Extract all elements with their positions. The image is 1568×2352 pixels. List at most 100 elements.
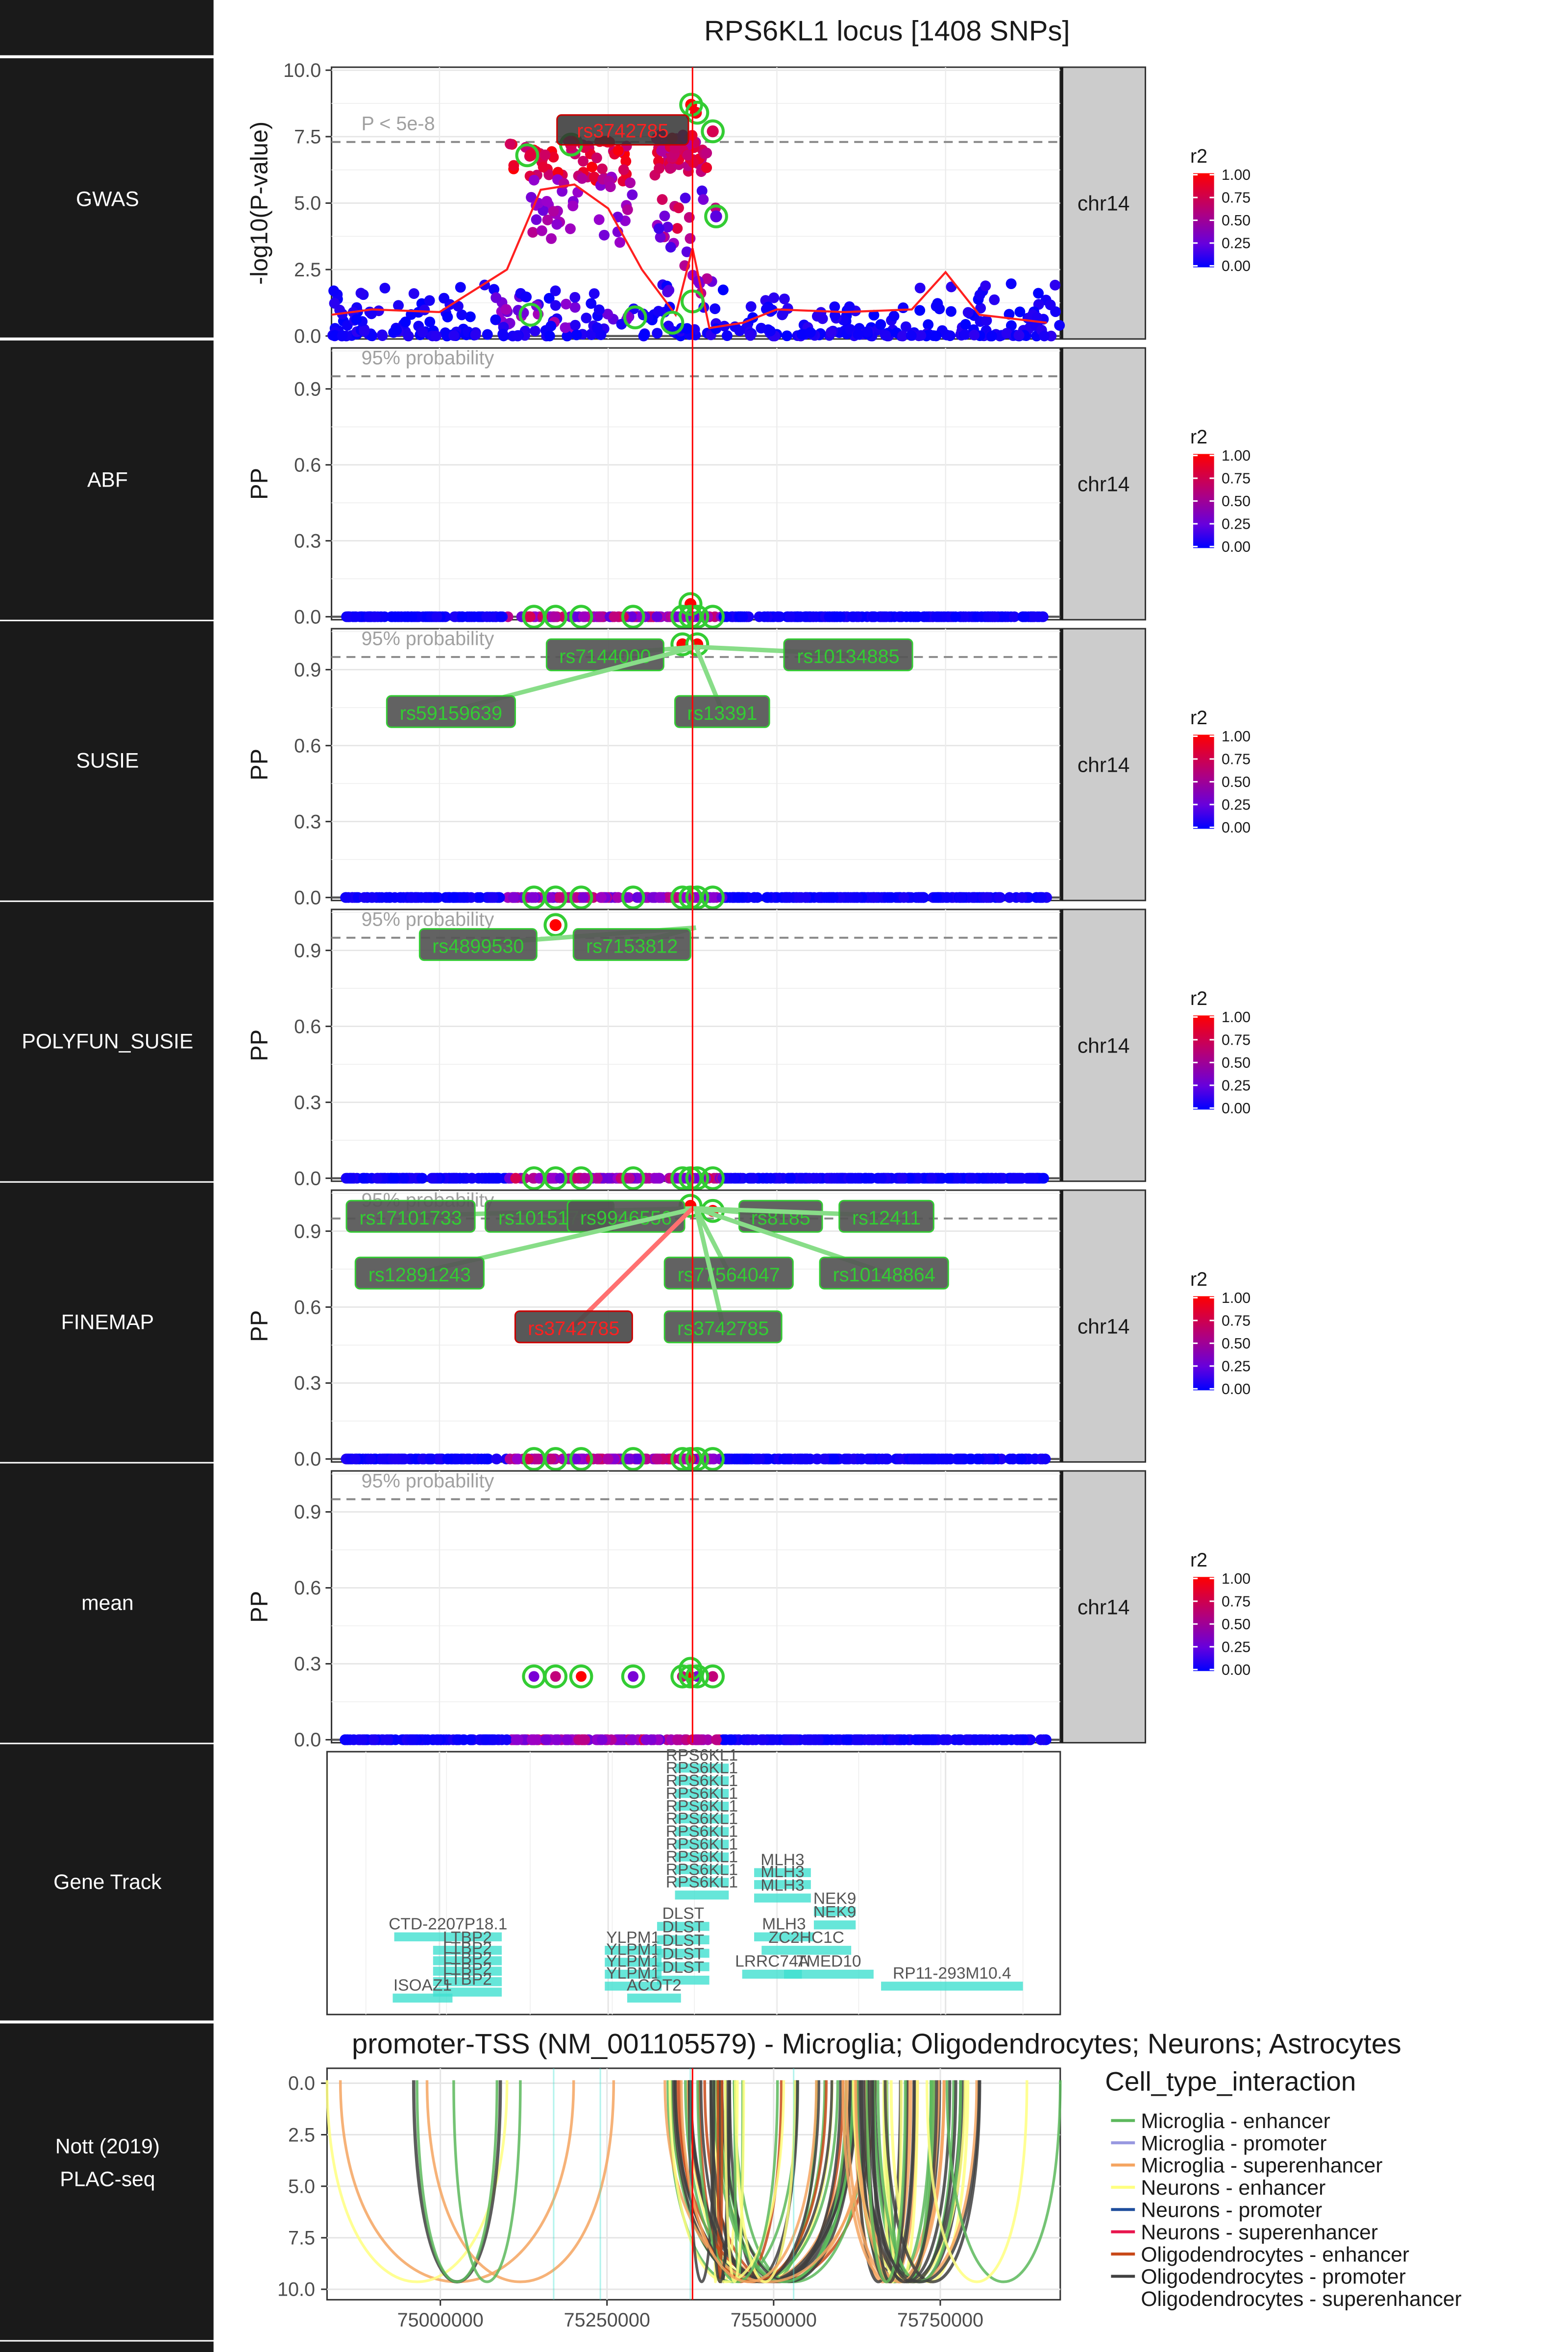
snp-point <box>618 164 629 175</box>
snp-point <box>490 1453 502 1465</box>
snp-point <box>986 330 998 342</box>
snp-point <box>591 152 602 164</box>
snp-point <box>915 330 927 341</box>
snp-point <box>328 285 340 296</box>
snp-point <box>390 611 401 622</box>
snp-point <box>784 611 796 622</box>
snp-point <box>337 330 348 342</box>
snp-point <box>329 298 340 309</box>
snp-point <box>550 285 561 296</box>
snp-point <box>588 288 600 299</box>
y-tick-label: 5.0 <box>294 193 321 214</box>
snp-point <box>581 312 592 323</box>
snp-point <box>538 161 549 172</box>
snp-point <box>359 892 370 903</box>
plac-seq-title: promoter-TSS (NM_001105579) - Microglia;… <box>352 2028 1401 2059</box>
snp-point <box>665 242 676 253</box>
y-tick-label: 0.9 <box>294 940 321 961</box>
panel-mean: 0.0 0.3 0.6 0.9 95% probability PP chr14 r2 1.00… <box>246 1470 1251 1751</box>
snp-point <box>424 295 435 306</box>
legend-tick-label: 0.25 <box>1222 516 1250 533</box>
snp-point <box>868 611 879 622</box>
snp-point <box>548 206 559 217</box>
legend-tick-label: 0.50 <box>1222 212 1250 229</box>
plac-legend-label: Oligodendrocytes - promoter <box>1141 2265 1406 2289</box>
snp-point <box>914 305 926 316</box>
snp-point <box>689 1734 701 1745</box>
snp-point <box>923 319 934 330</box>
y-tick-label: 0.0 <box>288 2073 315 2094</box>
snp-point <box>365 1453 376 1465</box>
snp-label: rs12411 <box>852 1207 921 1229</box>
snp-point <box>591 322 603 333</box>
gene-label: LRRC74A <box>735 1953 809 1971</box>
snp-label: rs13391 <box>687 703 757 724</box>
y-tick-label: 0.0 <box>294 606 321 628</box>
legend-tick-label: 0.00 <box>1222 539 1250 555</box>
snp-point <box>946 306 956 317</box>
legend-tick-label: 0.25 <box>1222 1358 1250 1374</box>
y-tick-label: 0.9 <box>294 659 321 681</box>
legend-tick-label: 0.50 <box>1222 1054 1250 1071</box>
gene-exon <box>675 1890 729 1900</box>
snp-point <box>821 892 832 903</box>
snp-point <box>591 1173 603 1184</box>
snp-point <box>1016 1453 1027 1465</box>
snp-point <box>377 1453 388 1465</box>
snp-point <box>651 1453 662 1465</box>
snp-point <box>567 200 579 212</box>
snp-point <box>731 1453 742 1465</box>
snp-point <box>805 327 816 338</box>
side-label-gene-track: Gene Track <box>53 1870 162 1894</box>
snp-point <box>777 309 788 320</box>
snp-point <box>761 892 773 903</box>
snp-point <box>960 319 971 330</box>
snp-point <box>710 210 722 222</box>
gene-label: MLH3 <box>760 1876 804 1894</box>
snp-point <box>906 330 917 341</box>
snp-point <box>682 149 693 161</box>
snp-point <box>1011 1734 1022 1745</box>
snp-point <box>481 611 492 622</box>
snp-point <box>983 1453 995 1465</box>
snp-point <box>520 291 531 302</box>
x-tick-label: 75750000 <box>897 2309 983 2331</box>
snp-point <box>1005 278 1017 290</box>
y-axis-label: PP <box>246 749 273 781</box>
snp-point <box>956 892 967 903</box>
snp-point <box>955 1734 966 1745</box>
snp-point <box>986 1173 998 1184</box>
snp-point <box>818 1453 830 1465</box>
snp-point <box>1004 892 1015 903</box>
y-tick-label: 0.6 <box>294 1577 321 1599</box>
snp-point <box>896 1173 907 1184</box>
gene-exon <box>754 1893 811 1903</box>
snp-point <box>529 1734 540 1745</box>
snp-point <box>560 322 571 333</box>
snp-label: rs12891243 <box>368 1264 471 1286</box>
snp-point <box>931 892 942 903</box>
y-tick-label: 5.0 <box>288 2176 315 2197</box>
facet-strip-label: chr14 <box>1078 1315 1130 1339</box>
gene-exon <box>392 1993 453 2003</box>
snp-point <box>512 330 523 342</box>
snp-point <box>408 288 419 299</box>
snp-point <box>759 611 770 622</box>
snp-point <box>898 302 909 314</box>
gene-exon <box>881 1982 1023 1991</box>
snp-point <box>701 162 712 173</box>
legend-tick-label: 0.25 <box>1222 235 1250 252</box>
snp-point <box>612 145 624 156</box>
gene-label: RP11-293M10.4 <box>893 1964 1011 1983</box>
snp-point <box>1050 279 1061 291</box>
y-tick-label: 0.6 <box>294 735 321 757</box>
snp-point <box>826 326 837 338</box>
legend-tick-label: 1.00 <box>1222 1290 1250 1306</box>
snp-point <box>737 611 748 622</box>
legend-tick-label: 0.00 <box>1222 258 1250 274</box>
snp-point <box>628 1671 639 1682</box>
snp-point <box>710 1734 722 1745</box>
snp-point <box>489 1734 500 1745</box>
snp-point <box>994 892 1005 903</box>
snp-point <box>536 225 547 236</box>
